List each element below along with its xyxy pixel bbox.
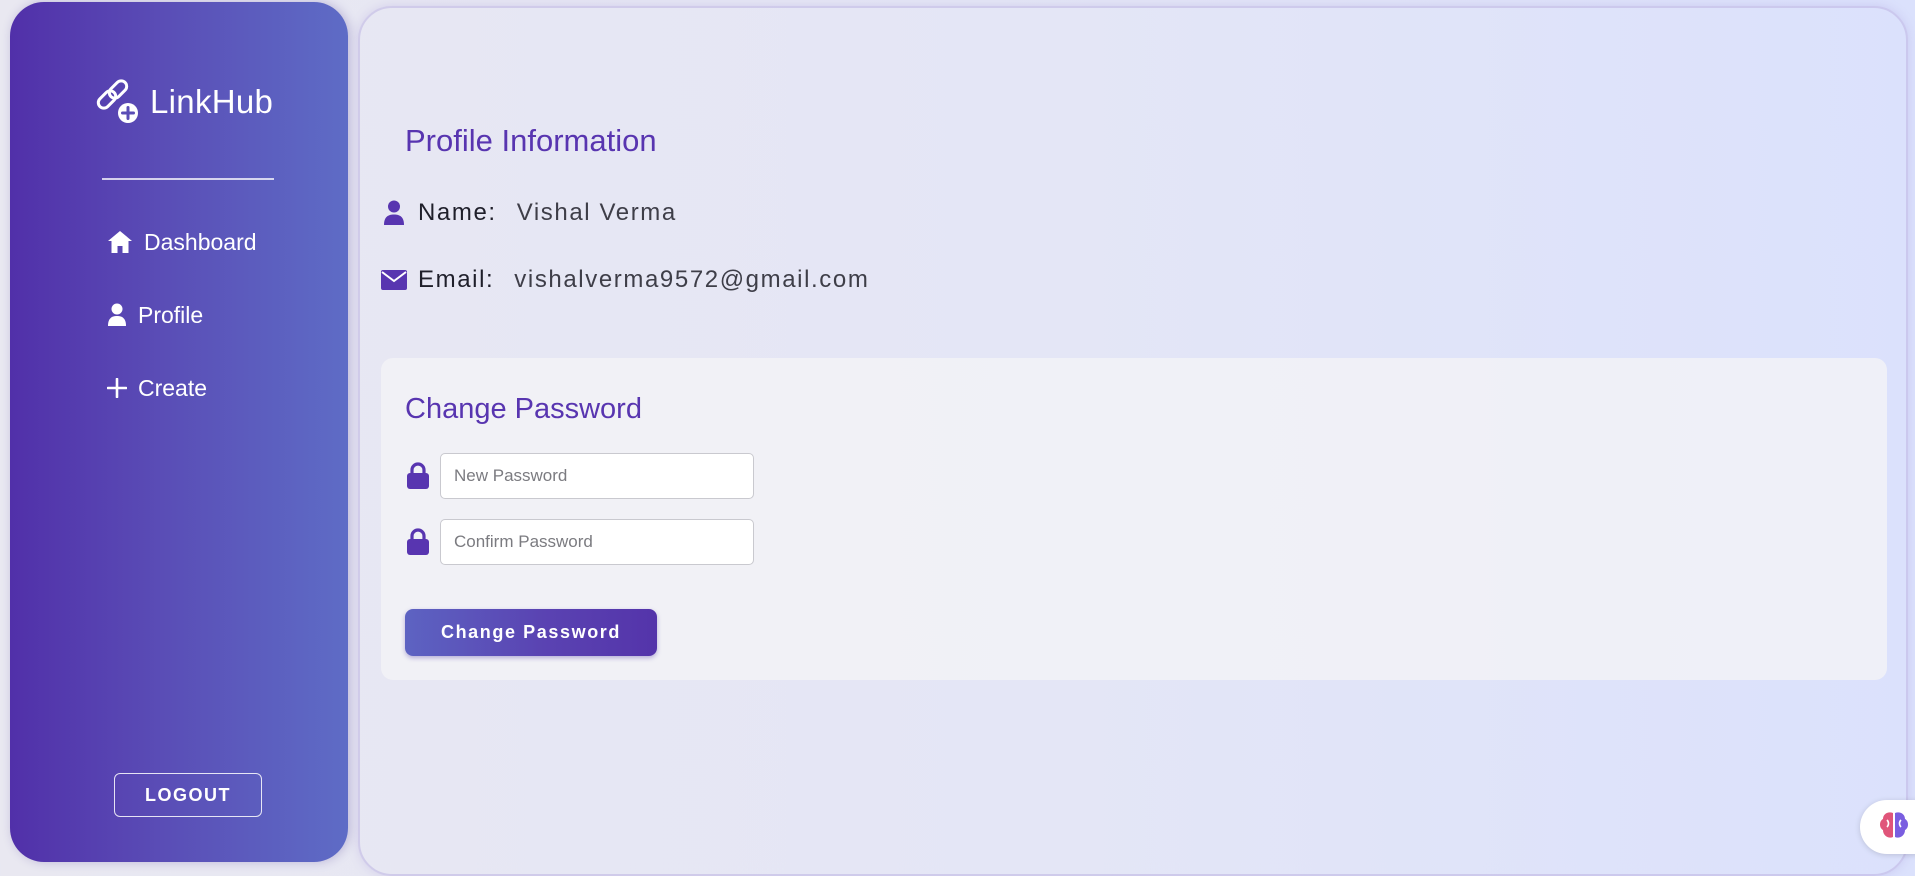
user-icon	[106, 301, 128, 329]
change-password-title: Change Password	[405, 393, 642, 425]
lock-icon	[404, 527, 432, 557]
name-label: Name:	[418, 199, 497, 226]
confirm-password-row	[404, 518, 754, 566]
change-password-button[interactable]: Change Password	[405, 609, 657, 656]
user-icon	[380, 199, 408, 227]
new-password-row	[404, 452, 754, 500]
brand-name: LinkHub	[150, 83, 274, 120]
floating-assistant-button[interactable]	[1860, 800, 1915, 854]
brand[interactable]: LinkHub	[94, 78, 273, 126]
logout-button[interactable]: LOGOUT	[114, 773, 262, 817]
confirm-password-input[interactable]	[440, 519, 754, 565]
sidebar-item-dashboard[interactable]: Dashboard	[106, 224, 257, 260]
new-password-input[interactable]	[440, 453, 754, 499]
name-value: Vishal Verma	[516, 199, 677, 226]
sidebar-divider	[102, 178, 274, 180]
profile-title: Profile Information	[405, 123, 657, 158]
sidebar-item-label: Profile	[138, 301, 204, 328]
brain-icon	[1878, 810, 1910, 845]
sidebar-item-create[interactable]: Create	[106, 370, 207, 406]
envelope-icon	[380, 266, 408, 294]
link-plus-icon	[94, 79, 140, 125]
home-icon	[106, 228, 134, 256]
sidebar-item-label: Create	[138, 374, 208, 401]
sidebar: LinkHub Dashboard Profile Create LOGOUT	[10, 2, 348, 862]
email-label: Email:	[418, 266, 495, 293]
sidebar-item-profile[interactable]: Profile	[106, 297, 203, 333]
profile-name-row: Name: Vishal Verma	[380, 195, 677, 231]
email-value: vishalverma9572@gmail.com	[514, 266, 870, 293]
lock-icon	[404, 461, 432, 491]
profile-email-row: Email: vishalverma9572@gmail.com	[380, 262, 869, 298]
sidebar-item-label: Dashboard	[144, 228, 257, 255]
plus-icon	[106, 374, 128, 402]
